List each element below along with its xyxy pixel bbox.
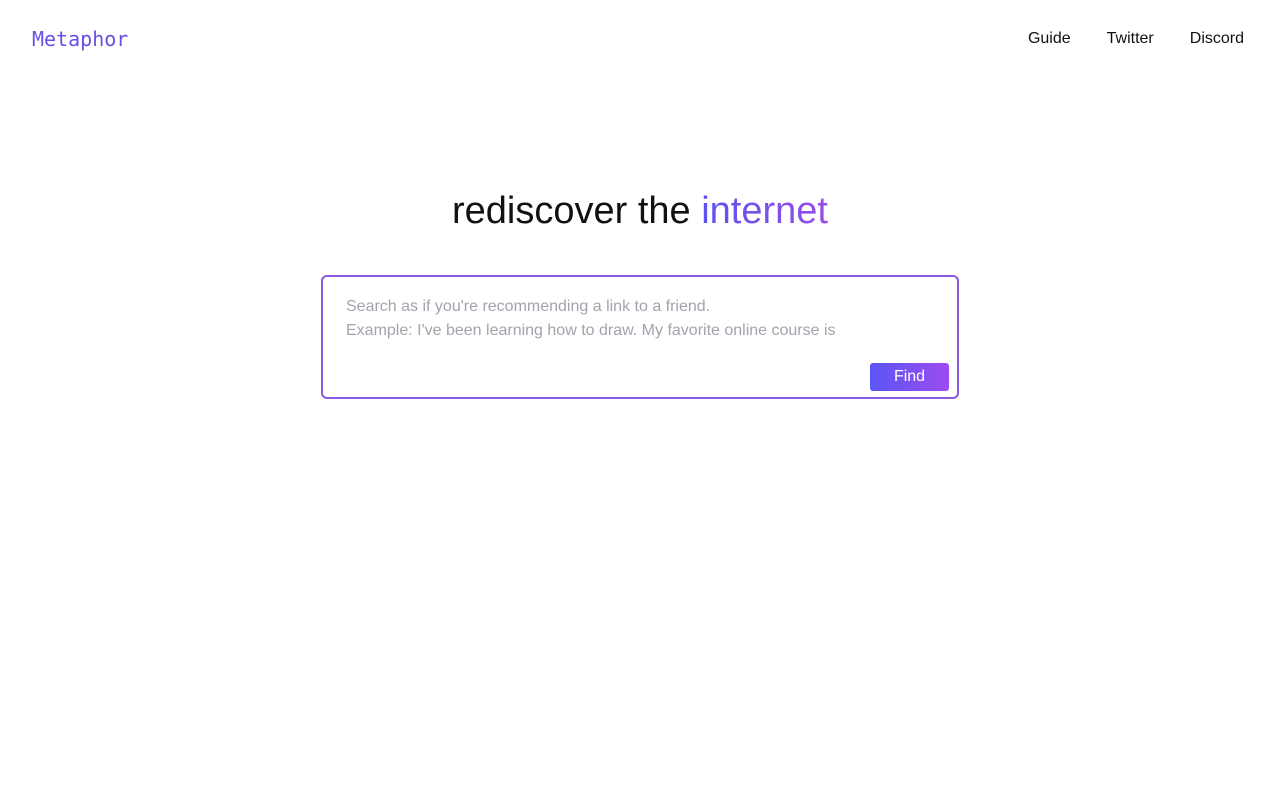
nav-link-guide[interactable]: Guide	[1028, 29, 1071, 49]
headline-accent: internet	[701, 190, 828, 232]
search-box: Find	[321, 275, 959, 399]
headline-main: rediscover the	[452, 190, 702, 232]
top-nav: Guide Twitter Discord	[1028, 29, 1244, 49]
logo[interactable]: Metaphor	[32, 26, 128, 52]
page-headline: rediscover the internet	[0, 189, 1280, 233]
nav-link-twitter[interactable]: Twitter	[1107, 29, 1154, 49]
search-input[interactable]	[346, 295, 906, 351]
find-button[interactable]: Find	[870, 363, 949, 391]
nav-link-discord[interactable]: Discord	[1190, 29, 1244, 49]
